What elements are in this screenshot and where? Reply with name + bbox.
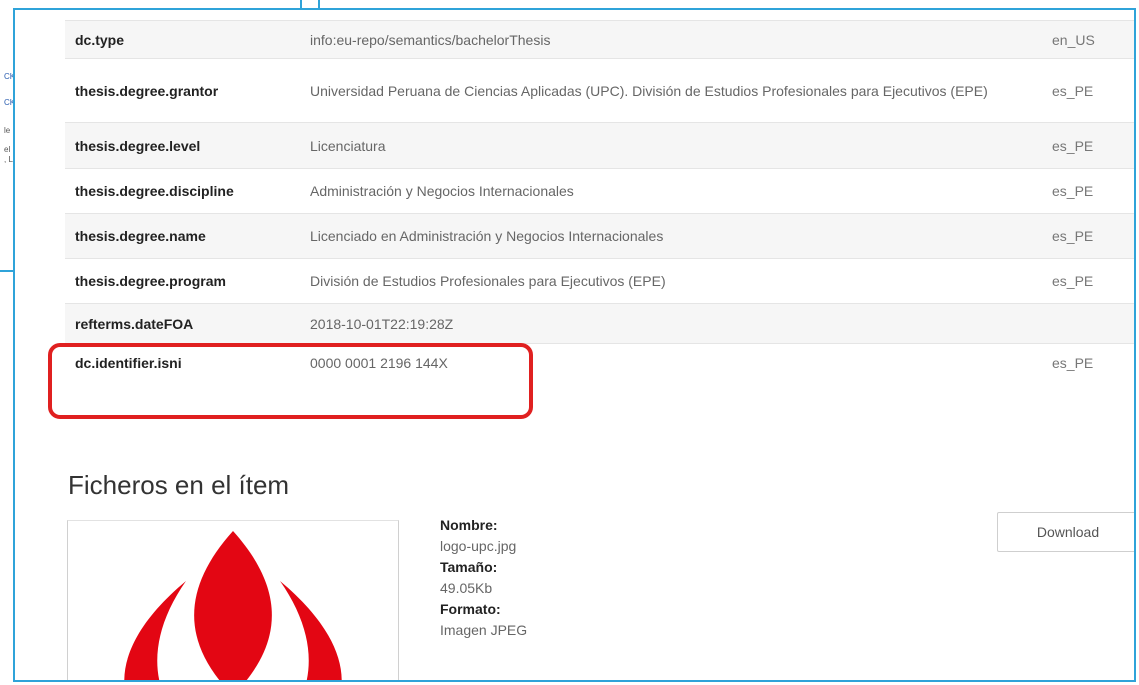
metadata-lang	[1010, 303, 1134, 344]
metadata-lang: es_PE	[1010, 168, 1134, 214]
file-size-label: Tamaño:	[440, 559, 498, 575]
metadata-value: Licenciatura	[300, 122, 1010, 169]
metadata-key: thesis.degree.discipline	[65, 168, 300, 214]
metadata-value: Universidad Peruana de Ciencias Aplicada…	[300, 58, 1010, 123]
metadata-key: thesis.degree.level	[65, 122, 300, 169]
highlight-annotation	[48, 343, 533, 419]
background-text: el	[4, 145, 11, 154]
file-name-value: logo-upc.jpg	[440, 538, 517, 554]
metadata-lang: en_US	[1010, 20, 1134, 59]
file-size-value: 49.05Kb	[440, 580, 493, 596]
table-row: thesis.degree.discipline Administración …	[65, 168, 1134, 214]
metadata-key: refterms.dateFOA	[65, 303, 300, 344]
metadata-value: Licenciado en Administración y Negocios …	[300, 213, 1010, 259]
table-row: thesis.degree.program División de Estudi…	[65, 258, 1134, 304]
metadata-value: División de Estudios Profesionales para …	[300, 258, 1010, 304]
table-row: thesis.degree.level Licenciatura es_PE	[65, 122, 1134, 169]
metadata-lang: es_PE	[1010, 58, 1134, 123]
table-row: refterms.dateFOA 2018-10-01T22:19:28Z	[65, 303, 1134, 344]
table-row: dc.type info:eu-repo/semantics/bachelorT…	[65, 20, 1134, 59]
download-button[interactable]: Download	[997, 512, 1134, 552]
file-thumbnail[interactable]	[67, 520, 399, 680]
upc-logo-icon	[124, 531, 342, 680]
metadata-key: thesis.degree.program	[65, 258, 300, 304]
background-text: le	[4, 126, 11, 135]
metadata-key: dc.type	[65, 20, 300, 59]
file-info: Nombre: logo-upc.jpg Tamaño: 49.05Kb For…	[440, 515, 527, 641]
files-section-title: Ficheros en el ítem	[68, 470, 290, 500]
table-row: thesis.degree.name Licenciado en Adminis…	[65, 213, 1134, 259]
background-text: , L	[4, 155, 13, 164]
metadata-value: Administración y Negocios Internacionale…	[300, 168, 1010, 214]
metadata-lang: es_PE	[1010, 343, 1134, 382]
metadata-lang: es_PE	[1010, 122, 1134, 169]
metadata-table: dc.type info:eu-repo/semantics/bachelorT…	[65, 20, 1134, 382]
metadata-lang: es_PE	[1010, 258, 1134, 304]
table-row: thesis.degree.grantor Universidad Peruan…	[65, 58, 1134, 123]
metadata-key: thesis.degree.grantor	[65, 58, 300, 123]
file-name-label: Nombre:	[440, 517, 498, 533]
metadata-value: info:eu-repo/semantics/bachelorThesis	[300, 20, 1010, 59]
metadata-key: thesis.degree.name	[65, 213, 300, 259]
metadata-value: 2018-10-01T22:19:28Z	[300, 303, 1010, 344]
file-format-label: Formato:	[440, 601, 501, 617]
file-format-value: Imagen JPEG	[440, 622, 528, 638]
metadata-lang: es_PE	[1010, 213, 1134, 259]
